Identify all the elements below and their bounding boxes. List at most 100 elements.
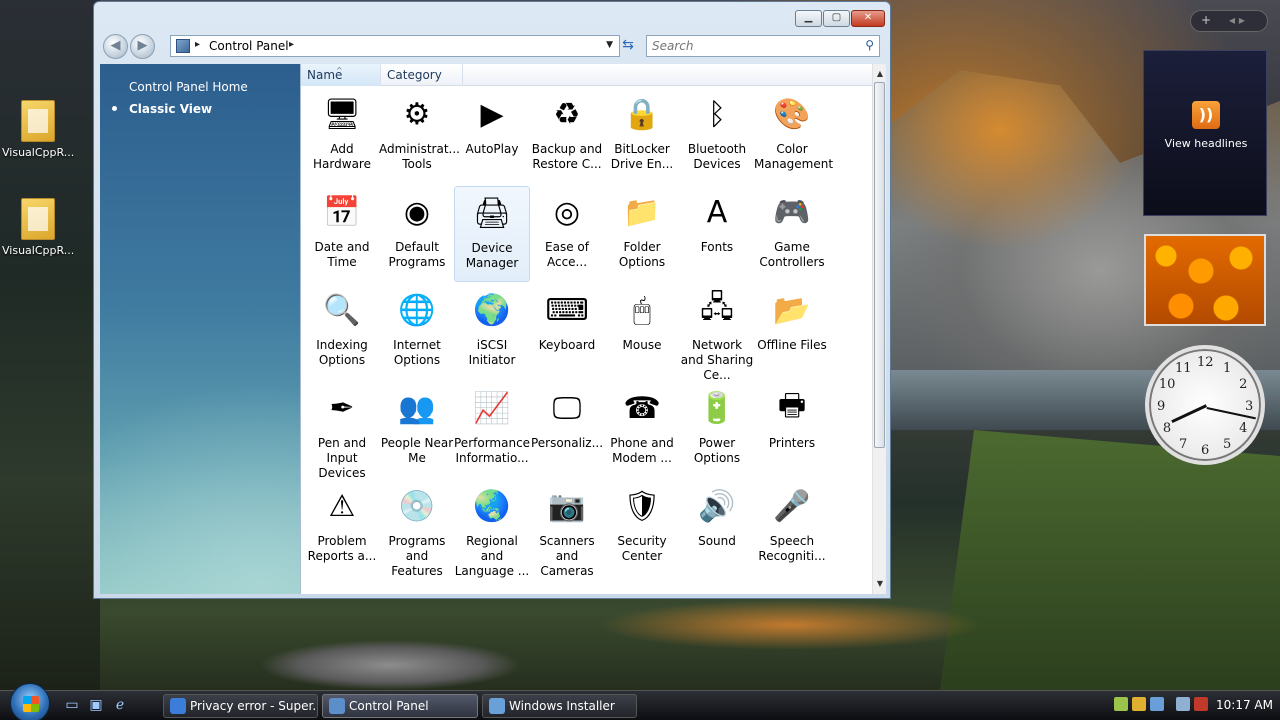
- control-panel-item[interactable]: 🖧 Network and Sharing Ce...: [679, 284, 755, 383]
- pen-icon: ✒: [329, 390, 355, 426]
- taskbar-item-control-panel[interactable]: Control Panel: [322, 694, 478, 718]
- clock-gadget[interactable]: 12 1 2 3 4 5 6 7 8 9 10 11: [1145, 345, 1265, 465]
- breadcrumb-separator[interactable]: ▸: [195, 39, 200, 50]
- control-panel-item[interactable]: 🖨 Device Manager: [454, 186, 530, 282]
- control-panel-item[interactable]: ▶ AutoPlay: [454, 88, 530, 184]
- address-bar[interactable]: ▸ Control Panel ▸ ▼: [170, 35, 620, 57]
- scroll-up-icon[interactable]: ▲: [873, 66, 887, 82]
- internet-explorer-icon[interactable]: ℯ: [112, 697, 128, 713]
- control-panel-item[interactable]: ☎ Phone and Modem ...: [604, 382, 680, 478]
- control-panel-item[interactable]: 📅 Date and Time: [304, 186, 380, 282]
- control-panel-item[interactable]: 🎮 Game Controllers: [754, 186, 830, 282]
- minimize-button[interactable]: ▁: [795, 10, 822, 27]
- control-panel-item[interactable]: 📷 Scanners and Cameras: [529, 480, 605, 579]
- vertical-scrollbar[interactable]: ▲ ▼: [872, 64, 886, 594]
- control-panel-item[interactable]: ⚠ Problem Reports a...: [304, 480, 380, 576]
- control-panel-item-label: Date and Time: [314, 240, 370, 269]
- control-panel-item[interactable]: 🖱 Mouse: [604, 284, 680, 380]
- breadcrumb-control-panel[interactable]: Control Panel: [209, 39, 289, 53]
- search-icon[interactable]: ⚲: [865, 38, 874, 52]
- control-panel-item[interactable]: ♻ Backup and Restore C...: [529, 88, 605, 184]
- navigation-bar: ◀ ▶ ▸ Control Panel ▸ ▼ ⇆ ⚲: [100, 32, 884, 60]
- column-category[interactable]: Category: [381, 64, 463, 86]
- refresh-button[interactable]: ⇆: [617, 35, 639, 57]
- search-input[interactable]: [647, 36, 847, 56]
- classic-view-link[interactable]: Classic View: [129, 102, 212, 116]
- tray-update-icon[interactable]: [1150, 697, 1164, 711]
- control-panel-item-label: Pen and Input Devices: [317, 436, 367, 480]
- control-panel-item[interactable]: ✒ Pen and Input Devices: [304, 382, 380, 481]
- feed-headlines-gadget[interactable]: )) View headlines: [1143, 50, 1267, 216]
- forward-button[interactable]: ▶: [130, 34, 155, 59]
- clock-time[interactable]: 10:17 AM: [1216, 698, 1273, 712]
- control-panel-item[interactable]: 📈 Performance Informatio...: [454, 382, 530, 478]
- address-dropdown-icon[interactable]: ▼: [606, 40, 613, 50]
- backup-icon: ♻: [553, 96, 581, 132]
- iscsi-icon: 🌍: [473, 292, 511, 328]
- control-panel-item[interactable]: 📁 Folder Options: [604, 186, 680, 282]
- taskbar-item-installer[interactable]: Windows Installer: [482, 694, 637, 718]
- title-bar[interactable]: ▁ ▢ ✕: [94, 2, 890, 32]
- control-panel-item[interactable]: 🌐 Internet Options: [379, 284, 455, 380]
- microphone-icon: 🎤: [773, 488, 811, 524]
- back-button[interactable]: ◀: [103, 34, 128, 59]
- control-panel-item[interactable]: ◎ Ease of Acce...: [529, 186, 605, 282]
- control-panel-item[interactable]: 📂 Offline Files: [754, 284, 830, 380]
- show-desktop-icon[interactable]: ▭: [64, 697, 80, 713]
- control-panel-window: ▁ ▢ ✕ ◀ ▶ ▸ Control Panel ▸ ▼ ⇆ ⚲ Contro…: [93, 1, 891, 599]
- add-gadget-button[interactable]: +: [1201, 13, 1211, 27]
- control-panel-item[interactable]: 🎨 Color Management: [754, 88, 833, 184]
- control-panel-item[interactable]: ⚙ Administrat... Tools: [379, 88, 460, 184]
- control-panel-item-label: Keyboard: [538, 338, 596, 352]
- control-panel-item[interactable]: 🛡 Security Center: [604, 480, 680, 576]
- folder-options-icon: 📁: [623, 194, 661, 230]
- control-panel-item[interactable]: 🔋 Power Options: [679, 382, 755, 478]
- start-button[interactable]: [10, 683, 50, 720]
- taskbar-item-browser[interactable]: Privacy error - Super...: [163, 694, 318, 718]
- control-panel-item-label: Speech Recogniti...: [758, 534, 826, 563]
- control-panel-item[interactable]: ⌨ Keyboard: [529, 284, 605, 380]
- control-panel-item[interactable]: 🖵 Personaliz...: [529, 382, 605, 478]
- slideshow-gadget[interactable]: [1144, 234, 1266, 326]
- tray-connection-icon[interactable]: [1176, 697, 1190, 711]
- search-box[interactable]: ⚲: [646, 35, 880, 57]
- desktop-icon-2[interactable]: VisualCppR...: [2, 198, 74, 257]
- desktop-wallpaper-reflection: [600, 600, 980, 650]
- control-panel-item-label: Power Options: [693, 436, 741, 465]
- control-panel-item[interactable]: 🌍 iSCSI Initiator: [454, 284, 530, 380]
- control-panel-item[interactable]: 🖶 Printers: [754, 382, 830, 478]
- control-panel-item[interactable]: 🎤 Speech Recogniti...: [754, 480, 830, 576]
- desktop-icon-1[interactable]: VisualCppR...: [2, 100, 74, 159]
- people-icon: 👥: [398, 390, 436, 426]
- control-panel-item[interactable]: ᛒ Bluetooth Devices: [679, 88, 755, 184]
- control-panel-item[interactable]: 🔍 Indexing Options: [304, 284, 380, 380]
- control-panel-home-link[interactable]: Control Panel Home: [129, 80, 248, 94]
- control-panel-item[interactable]: A Fonts: [679, 186, 755, 282]
- control-panel-item[interactable]: 🖥 Add Hardware: [304, 88, 380, 184]
- maximize-button[interactable]: ▢: [823, 10, 850, 27]
- control-panel-item[interactable]: ◉ Default Programs: [379, 186, 455, 282]
- forward-arrow-icon: ▶: [137, 38, 148, 53]
- volume-muted-icon[interactable]: [1194, 697, 1208, 711]
- date-time-icon: 📅: [323, 194, 361, 230]
- control-panel-item[interactable]: 👥 People Near Me: [379, 382, 455, 478]
- control-panel-item[interactable]: 🔊 Sound: [679, 480, 755, 576]
- scroll-thumb[interactable]: [874, 82, 885, 448]
- breadcrumb-separator[interactable]: ▸: [289, 39, 294, 50]
- control-panel-item[interactable]: 🔒 BitLocker Drive En...: [604, 88, 680, 184]
- scroll-down-icon[interactable]: ▼: [873, 576, 887, 592]
- control-panel-item-label: Scanners and Cameras: [539, 534, 595, 578]
- control-panel-item[interactable]: 🌏 Regional and Language ...: [454, 480, 530, 579]
- performance-icon: 📈: [473, 390, 511, 426]
- desktop-icon-label: VisualCppR...: [2, 244, 74, 257]
- column-name[interactable]: ^ Name: [301, 64, 381, 86]
- tray-network-icon[interactable]: [1114, 697, 1128, 711]
- view-headlines-label[interactable]: View headlines: [1144, 137, 1268, 150]
- tray-security-icon[interactable]: [1132, 697, 1146, 711]
- control-panel-item-label: BitLocker Drive En...: [610, 142, 674, 171]
- control-panel-item[interactable]: 💿 Programs and Features: [379, 480, 455, 579]
- control-panel-item-label: Device Manager: [465, 241, 519, 270]
- switch-windows-icon[interactable]: ▣: [88, 697, 104, 713]
- close-button[interactable]: ✕: [851, 10, 885, 27]
- gadget-nav-arrows[interactable]: ◂ ▸: [1229, 13, 1245, 27]
